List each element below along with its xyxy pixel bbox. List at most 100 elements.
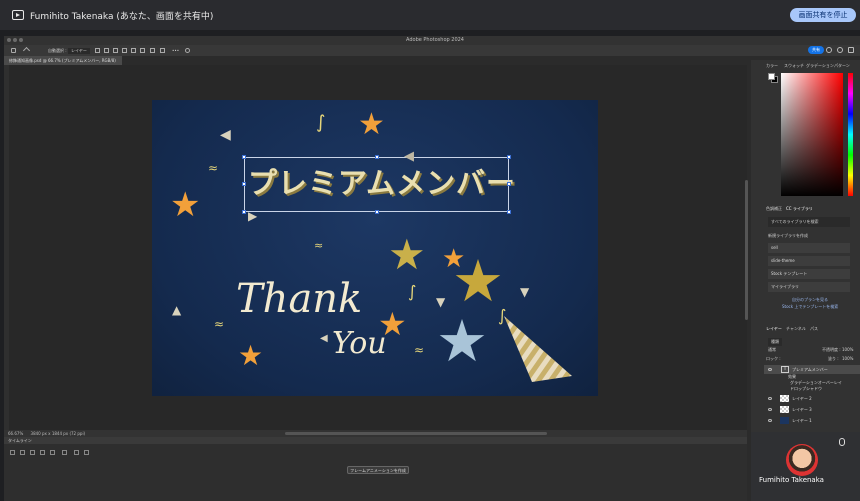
search-icon[interactable] <box>826 47 832 53</box>
presenter-name: Fumihito Takenaka <box>759 476 824 484</box>
auto-select-dropdown[interactable]: レイヤー <box>68 48 90 54</box>
thank-text: Thank <box>236 276 363 322</box>
transition-icon[interactable] <box>84 450 89 455</box>
library-item[interactable]: Stock テンプレート <box>768 269 850 279</box>
settings-icon[interactable] <box>62 450 67 455</box>
play-icon[interactable] <box>30 450 35 455</box>
effect-name: ドロップシャドウ <box>790 386 822 391</box>
eye-icon[interactable] <box>768 368 772 371</box>
opacity-input[interactable]: 100% <box>842 347 853 352</box>
cut-icon[interactable] <box>74 450 79 455</box>
more-options-icon[interactable]: ••• <box>172 48 179 53</box>
create-frame-animation-button[interactable]: フレームアニメーションを作成 <box>347 466 409 474</box>
library-item[interactable]: slide-theme <box>768 256 850 266</box>
tab-paths[interactable]: パス <box>810 326 818 332</box>
color-picker-field[interactable] <box>781 73 843 196</box>
orange-star-icon: ★ <box>238 339 264 372</box>
transform-handle[interactable] <box>507 182 511 186</box>
align-right-icon[interactable] <box>113 48 118 53</box>
align-top-icon[interactable] <box>122 48 127 53</box>
effect-row[interactable]: ドロップシャドウ <box>764 386 860 392</box>
tab-gradients[interactable]: グラデーション <box>806 63 834 69</box>
transform-handle[interactable] <box>242 210 246 214</box>
tab-color[interactable]: カラー <box>766 63 778 69</box>
transform-handle[interactable] <box>242 182 246 186</box>
triangle-confetti-icon: ▼ <box>436 295 446 309</box>
lock-label: ロック : <box>766 356 781 361</box>
layer-filter-kind[interactable]: 種類 <box>768 338 782 346</box>
tab-patterns[interactable]: パターン <box>834 63 850 69</box>
streamer-confetti-icon: ≈ <box>214 317 225 331</box>
audio-icon[interactable] <box>50 450 55 455</box>
create-library-button[interactable]: 新規ライブラリを作成 <box>768 233 808 239</box>
next-frame-icon[interactable] <box>40 450 45 455</box>
blend-mode-select[interactable]: 通常 <box>768 347 776 353</box>
distribute-vertical-icon[interactable] <box>160 48 165 53</box>
align-left-icon[interactable] <box>95 48 100 53</box>
view-plan-link[interactable]: 自分のプランを見る <box>792 297 828 303</box>
layer-thumbnail <box>780 395 789 402</box>
transform-handle[interactable] <box>242 155 246 159</box>
orange-star-icon: ★ <box>358 107 385 142</box>
layer-row[interactable]: T プレミアムメンバー <box>764 365 860 374</box>
eye-icon[interactable] <box>768 397 772 400</box>
transform-handle[interactable] <box>375 155 379 159</box>
share-button[interactable]: 共有 <box>808 46 824 54</box>
layer-thumbnail <box>780 406 789 413</box>
layer-row[interactable]: レイヤー 3 <box>764 405 860 414</box>
microphone-muted-icon[interactable] <box>839 438 845 446</box>
eye-icon[interactable] <box>768 419 772 422</box>
orange-star-icon: ★ <box>170 185 201 225</box>
zoom-level[interactable]: 66.67% <box>8 431 23 436</box>
document-tab[interactable]: 修飾通知画像.psd @ 66.7% (プレミアムメンバー, RGB/8) <box>4 56 122 65</box>
layer-name: レイヤー 1 <box>792 418 812 423</box>
workspace-icon[interactable] <box>848 47 854 53</box>
transform-handle[interactable] <box>507 210 511 214</box>
tab-swatches[interactable]: スウォッチ <box>784 63 804 69</box>
gear-icon[interactable] <box>185 48 190 53</box>
close-window-icon[interactable] <box>7 38 11 42</box>
stop-sharing-button[interactable]: 画面共有を停止 <box>790 8 856 22</box>
tab-channels[interactable]: チャンネル <box>786 326 806 332</box>
align-bottom-icon[interactable] <box>140 48 145 53</box>
streamer-confetti-icon: ≈ <box>208 161 219 175</box>
tab-adjustments[interactable]: 色調補正 <box>766 206 782 212</box>
vertical-scrollbar[interactable] <box>745 180 748 320</box>
fill-input[interactable]: 100% <box>842 356 853 361</box>
maximize-window-icon[interactable] <box>19 38 23 42</box>
text-layer-icon: T <box>781 366 789 373</box>
party-hat-icon <box>504 316 572 382</box>
layer-row[interactable]: レイヤー 2 <box>764 394 860 403</box>
eye-icon[interactable] <box>768 408 772 411</box>
document-canvas[interactable]: プレミアムメンバー Thank You ★ ★ ★ ★ ★ ★ ★ ★ ◀ ◀ … <box>152 100 598 396</box>
previous-frame-icon[interactable] <box>20 450 25 455</box>
help-icon[interactable] <box>837 47 843 53</box>
stock-search-link[interactable]: Stock 上でテンプレートを検索 <box>782 304 838 310</box>
share-status-text: Fumihito Takenaka (あなた、画面を共有中) <box>30 12 214 22</box>
streamer-confetti-icon: ≈ <box>414 343 425 357</box>
distribute-icon[interactable] <box>150 48 155 53</box>
transform-handle[interactable] <box>507 155 511 159</box>
library-item[interactable]: マイライブラリ <box>768 282 850 292</box>
align-center-icon[interactable] <box>104 48 109 53</box>
transform-selection-box[interactable] <box>244 157 509 212</box>
transform-handle[interactable] <box>375 210 379 214</box>
hue-slider[interactable] <box>848 73 853 196</box>
foreground-color-swatch[interactable] <box>768 73 775 80</box>
tab-cc-libraries[interactable]: CC ライブラリ <box>786 206 813 212</box>
library-search-input[interactable]: すべてのライブラリを検索 <box>768 217 850 227</box>
triangle-confetti-icon: ◀ <box>220 127 231 143</box>
layer-row[interactable]: レイヤー 1 <box>764 416 860 425</box>
layer-name: レイヤー 3 <box>792 407 812 412</box>
avatar <box>786 444 818 476</box>
minimize-window-icon[interactable] <box>13 38 17 42</box>
align-middle-icon[interactable] <box>131 48 136 53</box>
first-frame-icon[interactable] <box>10 450 15 455</box>
horizontal-scrollbar[interactable] <box>285 432 547 435</box>
triangle-confetti-icon: ▲ <box>172 303 182 317</box>
library-item[interactable]: sell <box>768 243 850 253</box>
streamer-confetti-icon: ≈ <box>314 239 324 252</box>
home-icon[interactable] <box>11 48 16 53</box>
streamer-confetti-icon: ∫ <box>316 112 326 133</box>
tab-layers[interactable]: レイヤー <box>766 326 782 332</box>
